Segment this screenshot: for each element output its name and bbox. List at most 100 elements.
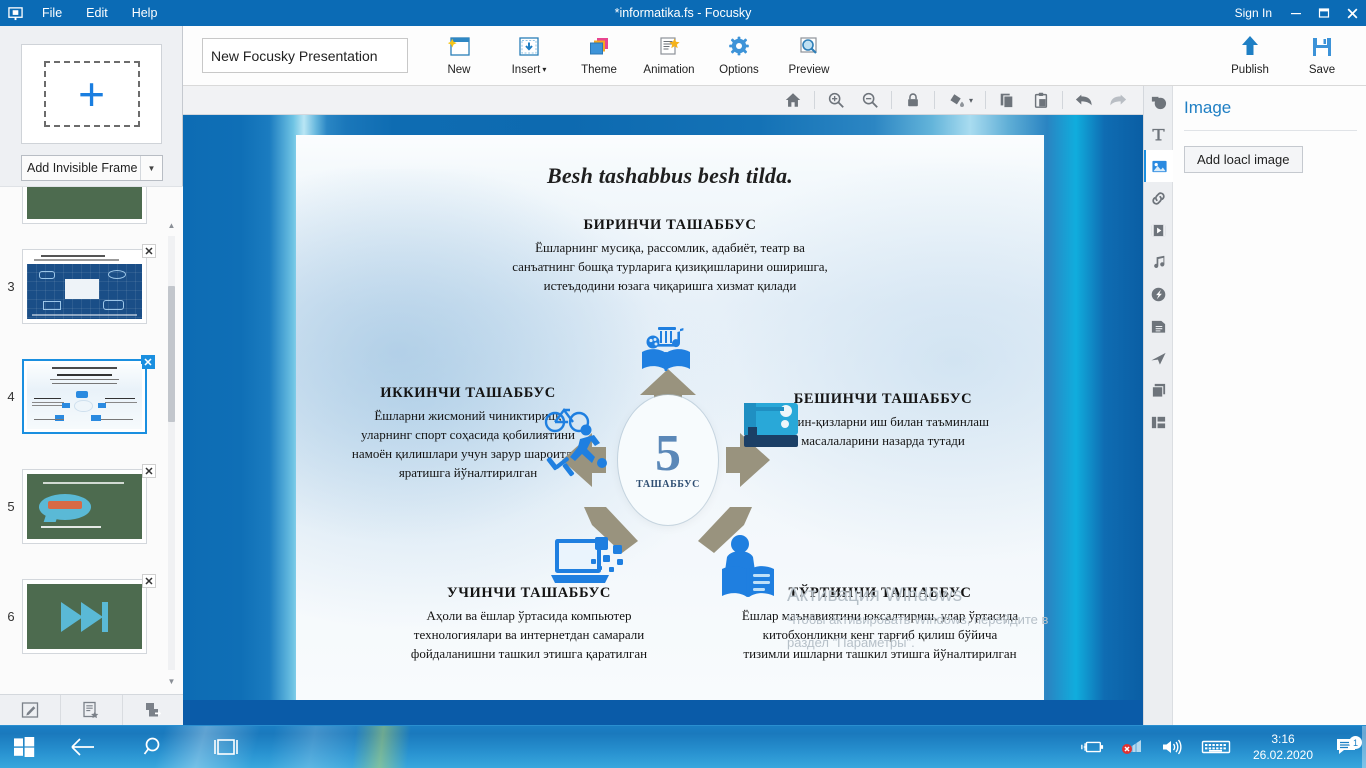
add-invisible-frame-button[interactable]: Add Invisible Frame ▼	[21, 155, 163, 181]
options-button[interactable]: Options	[704, 28, 774, 84]
home-button[interactable]	[776, 86, 810, 114]
slide-content[interactable]: Besh tashabbus besh tilda. БИРИНЧИ ТАШАБ…	[296, 135, 1044, 700]
edit-frame-button[interactable]	[0, 695, 62, 725]
insert-button-label: Insert ▾	[512, 64, 547, 76]
save-button[interactable]: Save	[1286, 28, 1358, 84]
close-icon[interactable]: ✕	[142, 464, 156, 478]
window-title: *informatika.fs - Focusky	[614, 6, 752, 20]
search-button[interactable]	[118, 726, 190, 768]
start-icon	[14, 737, 35, 757]
undo-button[interactable]	[1067, 86, 1101, 114]
close-icon[interactable]: ✕	[141, 355, 155, 369]
scroll-up-icon[interactable]: ▲	[165, 218, 178, 232]
minimize-button[interactable]	[1282, 0, 1310, 26]
sidebar-item-layers[interactable]	[1144, 374, 1173, 406]
thumbnail-scrollbar[interactable]: ▲ ▼	[165, 188, 178, 692]
sidebar-item-image[interactable]	[1144, 150, 1173, 182]
windows-taskbar: 3:16 26.02.2020 1	[0, 725, 1366, 768]
scrollbar-thumb[interactable]	[168, 286, 175, 422]
sidebar-item-shape[interactable]	[1144, 86, 1173, 118]
initiative-block-1: БИРИНЧИ ТАШАББУС Ёшларнинг мусиқа, рассо…	[416, 215, 924, 296]
taskbar-clock[interactable]: 3:16 26.02.2020	[1240, 731, 1326, 763]
video-icon	[1151, 224, 1166, 236]
list-item[interactable]: 5 ✕	[0, 464, 165, 544]
menu-edit[interactable]: Edit	[74, 0, 120, 26]
copy-button[interactable]	[990, 86, 1024, 114]
volume-button[interactable]	[1152, 726, 1192, 768]
center-label: ТАШАББУС	[636, 479, 700, 491]
thumbnail-frame[interactable]: ✕	[22, 464, 156, 544]
presentation-title-input[interactable]	[202, 38, 408, 73]
animation-button-label: Animation	[643, 64, 695, 76]
start-button[interactable]	[0, 726, 48, 768]
block-line: Ёшлар маънавиятини юксалтириш, улар ўрта…	[741, 608, 1019, 624]
sidebar-item-layout[interactable]	[1144, 406, 1173, 438]
back-button[interactable]	[48, 726, 118, 768]
add-local-image-button[interactable]: Add loacl image	[1184, 146, 1303, 173]
paste-icon	[1034, 92, 1048, 108]
animation-button[interactable]: Animation	[634, 28, 704, 84]
network-button[interactable]	[1112, 726, 1152, 768]
panel-title: Image	[1184, 98, 1232, 117]
notification-center-button[interactable]: 1	[1326, 736, 1366, 757]
sidebar-item-animation-path[interactable]	[1144, 342, 1173, 374]
lock-button[interactable]	[896, 86, 930, 114]
ribbon-right-group: Publish Save	[1214, 28, 1358, 84]
new-button[interactable]: New	[424, 28, 494, 84]
scroll-down-icon[interactable]: ▼	[165, 674, 178, 688]
close-icon[interactable]: ✕	[142, 244, 156, 258]
sports-bicycle-runner-icon	[542, 401, 622, 486]
sidebar-item-music[interactable]	[1144, 246, 1173, 278]
content-icon	[1151, 320, 1166, 333]
slide-canvas[interactable]: Besh tashabbus besh tilda. БИРИНЧИ ТАШАБ…	[183, 115, 1143, 700]
sidebar-item-link[interactable]	[1144, 182, 1173, 214]
sidebar-item-flash[interactable]	[1144, 278, 1173, 310]
block-line: фойдаланишни ташкил этишга қаратилган	[410, 645, 648, 661]
redo-button[interactable]	[1101, 86, 1135, 114]
dashed-frame-outline: +	[43, 61, 140, 127]
battery-button[interactable]	[1072, 726, 1112, 768]
duplicate-frame-button[interactable]	[123, 695, 183, 725]
fill-color-button[interactable]: ▾	[939, 86, 981, 114]
insert-button[interactable]: Insert ▾	[494, 28, 564, 84]
thumbnail-frame[interactable]	[22, 187, 147, 224]
ribbon-tool-group: New Insert ▾ Theme Animation Options Pre…	[424, 28, 844, 84]
close-icon[interactable]: ✕	[142, 574, 156, 588]
divider	[934, 91, 935, 109]
paste-button[interactable]	[1024, 86, 1058, 114]
menu-help[interactable]: Help	[120, 0, 170, 26]
theme-button[interactable]: Theme	[564, 28, 634, 84]
sign-in-button[interactable]: Sign In	[1225, 6, 1282, 20]
preview-button[interactable]: Preview	[774, 28, 844, 84]
add-frame-placeholder[interactable]: +	[21, 44, 162, 144]
add-note-button[interactable]	[61, 695, 123, 725]
list-item[interactable]: 4 ✕	[0, 355, 165, 434]
menu-file[interactable]: File	[30, 0, 74, 26]
task-view-button[interactable]	[190, 726, 262, 768]
thumbnail-frame[interactable]: ✕	[22, 574, 156, 654]
chevron-down-icon[interactable]: ▼	[140, 156, 162, 180]
battery-icon	[1081, 741, 1104, 753]
restore-button[interactable]	[1310, 0, 1338, 26]
thumbnail-frame-selected[interactable]: ✕	[22, 355, 155, 434]
sidebar-item-content[interactable]	[1144, 310, 1173, 342]
close-button[interactable]	[1338, 0, 1366, 26]
publish-button[interactable]: Publish	[1214, 28, 1286, 84]
sidebar-item-text[interactable]	[1144, 118, 1173, 150]
thumbnail-frame[interactable]: ✕	[22, 244, 156, 324]
show-desktop-button[interactable]	[1362, 725, 1366, 768]
chevron-down-icon[interactable]: ▾	[969, 96, 973, 105]
sidebar-item-video[interactable]	[1144, 214, 1173, 246]
zoom-in-button[interactable]	[819, 86, 853, 114]
thumbnail-list[interactable]: 3 ✕ 4 ✕ 5 ✕ 6 ✕	[0, 186, 183, 694]
canvas-toolbar: ▾	[183, 86, 1143, 115]
thumbnail-image	[27, 187, 142, 219]
home-icon	[785, 93, 801, 107]
list-item[interactable]: 6 ✕	[0, 574, 165, 654]
list-item[interactable]	[0, 187, 165, 224]
properties-panel: Image Add loacl image	[1143, 86, 1366, 725]
sidebar-bottom-toolbar	[0, 694, 183, 725]
zoom-out-button[interactable]	[853, 86, 887, 114]
keyboard-button[interactable]	[1192, 726, 1240, 768]
list-item[interactable]: 3 ✕	[0, 244, 165, 324]
